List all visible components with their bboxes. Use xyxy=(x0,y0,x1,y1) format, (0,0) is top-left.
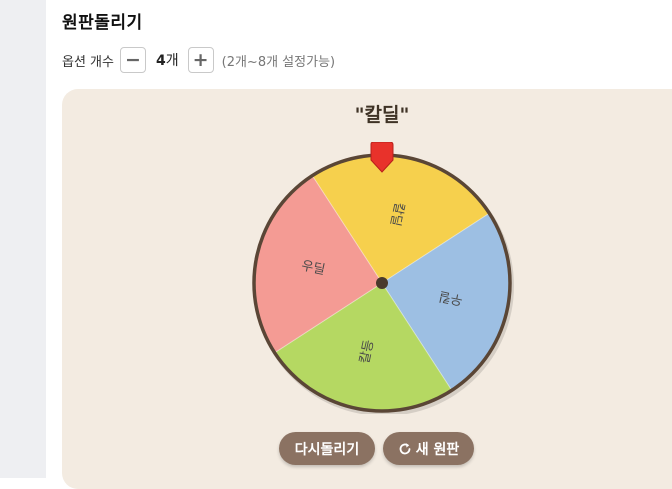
wheel-graphic: 칼딜우킬칼등우딜 xyxy=(252,142,514,414)
page-title: 원판돌리기 xyxy=(62,13,143,33)
option-count-row: 옵션 개수 − 4개 + (2개~8개 설정가능) xyxy=(62,46,335,74)
refresh-icon xyxy=(398,442,412,456)
decrease-button[interactable]: − xyxy=(119,47,146,73)
result-text: "칼딜" xyxy=(354,104,410,126)
spin-again-label: 다시돌리기 xyxy=(294,441,360,458)
roulette-wheel[interactable]: 칼딜 우킬 칼등 우딜 xyxy=(246,142,518,414)
option-count-unit: 개 xyxy=(165,53,179,69)
option-range-hint: (2개~8개 설정가능) xyxy=(221,54,336,70)
minus-icon: − xyxy=(125,48,141,71)
increase-button[interactable]: + xyxy=(187,47,214,73)
new-wheel-label: 새 원판 xyxy=(415,441,460,458)
plus-icon: + xyxy=(192,48,209,71)
option-count-label: 옵션 개수 xyxy=(62,54,114,70)
left-sidebar-strip xyxy=(0,0,46,478)
new-wheel-button[interactable]: 새 원판 xyxy=(383,432,474,465)
spin-again-button[interactable]: 다시돌리기 xyxy=(279,432,375,465)
option-count-number: 4 xyxy=(155,53,166,69)
option-count-value: 4개 xyxy=(156,50,179,70)
wheel-hub xyxy=(376,277,388,289)
